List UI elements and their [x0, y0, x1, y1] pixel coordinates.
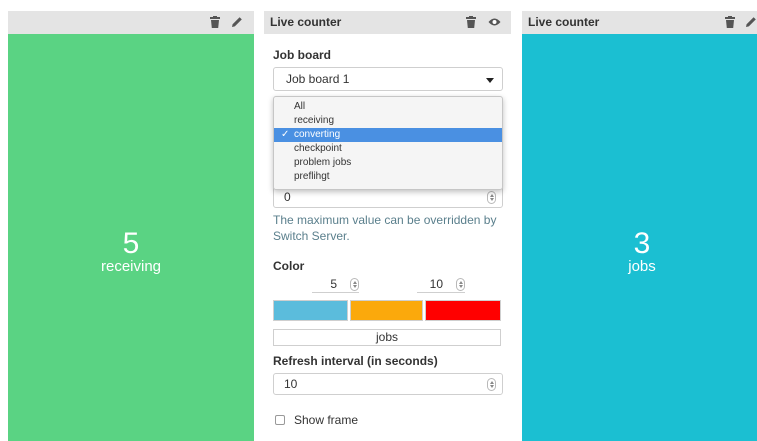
color-swatch-low[interactable]: [273, 300, 348, 321]
trash-icon[interactable]: [464, 15, 478, 29]
dropdown-option-receiving[interactable]: receiving: [274, 114, 502, 128]
show-frame-checkbox[interactable]: [275, 415, 285, 425]
left-counter-value: 5: [122, 227, 140, 260]
color-swatch-high[interactable]: [425, 300, 501, 321]
trash-icon[interactable]: [208, 15, 222, 29]
dropdown-option-converting[interactable]: ✓ converting: [274, 128, 502, 142]
job-board-select[interactable]: Job board 1: [273, 67, 503, 91]
stepper-icon[interactable]: [487, 191, 496, 204]
pencil-icon[interactable]: [744, 15, 757, 29]
settings-header: Live counter: [264, 11, 511, 34]
left-widget-header: [8, 11, 254, 34]
right-widget-body: 3 jobs: [522, 34, 757, 441]
stepper-icon[interactable]: [456, 278, 465, 291]
job-board-value: Job board 1: [286, 72, 350, 86]
color-threshold-2-input[interactable]: 10: [417, 277, 465, 293]
color-label: Color: [273, 259, 305, 273]
chevron-down-icon: [486, 78, 494, 83]
color-threshold-1-input[interactable]: 5: [312, 277, 359, 293]
right-counter-value: 3: [633, 227, 651, 260]
right-counter-widget: Live counter 3 jobs: [522, 11, 757, 441]
right-counter-label: jobs: [628, 258, 656, 275]
color-swatch-mid[interactable]: [350, 300, 423, 321]
dropdown-option-checkpoint[interactable]: checkpoint: [274, 142, 502, 156]
dropdown-option-problem-jobs[interactable]: problem jobs: [274, 156, 502, 170]
eye-icon[interactable]: [487, 15, 501, 29]
job-board-label: Job board: [273, 48, 332, 62]
check-icon: ✓: [281, 129, 290, 140]
right-widget-header: Live counter: [522, 11, 757, 34]
right-counter-display: 3 jobs: [527, 229, 757, 275]
right-widget-title: Live counter: [528, 15, 600, 29]
dashboard: 5 receiving Live counter Job board Job b…: [0, 0, 757, 441]
counter-label-input[interactable]: jobs: [273, 329, 501, 346]
color-threshold-1: 5: [330, 277, 337, 291]
trash-icon[interactable]: [723, 15, 737, 29]
refresh-interval-label: Refresh interval (in seconds): [273, 354, 438, 368]
refresh-interval-input[interactable]: 10: [273, 373, 503, 395]
dropdown-option-all[interactable]: All: [274, 100, 502, 114]
left-counter-display: 5 receiving: [8, 229, 254, 275]
job-status-dropdown[interactable]: All receiving ✓ converting checkpoint pro…: [273, 96, 503, 190]
max-value-hint: The maximum value can be overridden by S…: [273, 213, 497, 243]
pencil-icon[interactable]: [230, 15, 244, 29]
left-widget-body: 5 receiving: [8, 34, 254, 441]
refresh-interval-value: 10: [284, 377, 298, 391]
settings-title: Live counter: [270, 15, 342, 29]
left-counter-widget: 5 receiving: [8, 11, 254, 441]
stepper-icon[interactable]: [487, 378, 496, 391]
left-counter-label: receiving: [100, 258, 162, 275]
settings-panel: Live counter Job board Job board 1 All r…: [264, 11, 511, 441]
show-frame-label: Show frame: [294, 413, 359, 427]
dropdown-option-preflight[interactable]: preflihgt: [274, 170, 502, 184]
color-threshold-2: 10: [429, 277, 443, 291]
stepper-icon[interactable]: [350, 278, 359, 291]
max-value: 0: [284, 190, 291, 204]
